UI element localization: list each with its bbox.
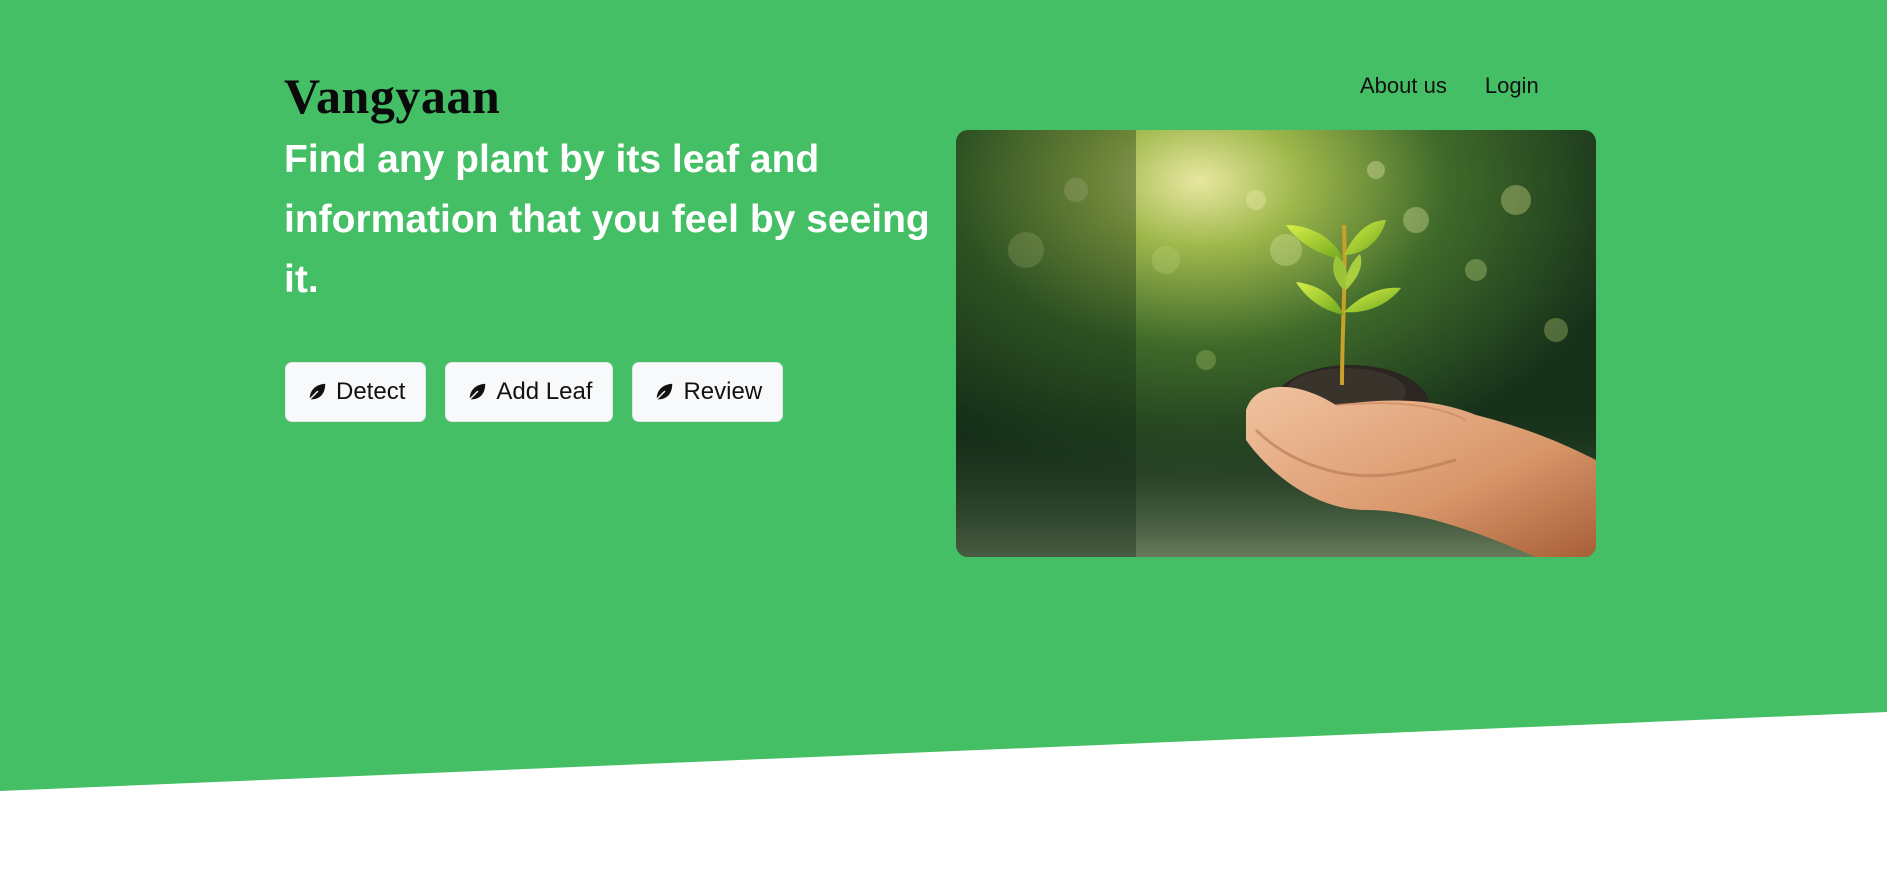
nav-login-link[interactable]: Login [1485, 70, 1539, 102]
add-leaf-button[interactable]: Add Leaf [445, 362, 614, 422]
leaf-icon [306, 381, 328, 403]
leaf-icon [653, 381, 675, 403]
review-button-label: Review [683, 378, 763, 405]
detect-button[interactable]: Detect [285, 362, 427, 422]
hero-plant-image [956, 130, 1596, 557]
leaf-icon [466, 381, 488, 403]
review-button[interactable]: Review [632, 362, 784, 422]
brand-logo[interactable]: Vangyaan [284, 66, 500, 126]
add-leaf-button-label: Add Leaf [496, 378, 593, 405]
hero-actions: Detect Add Leaf Review [285, 362, 784, 422]
detect-button-label: Detect [336, 378, 406, 405]
hero-headline: Find any plant by its leaf and informati… [284, 138, 930, 301]
top-nav: About us Login [1360, 70, 1539, 102]
nav-about-us-link[interactable]: About us [1360, 70, 1447, 102]
